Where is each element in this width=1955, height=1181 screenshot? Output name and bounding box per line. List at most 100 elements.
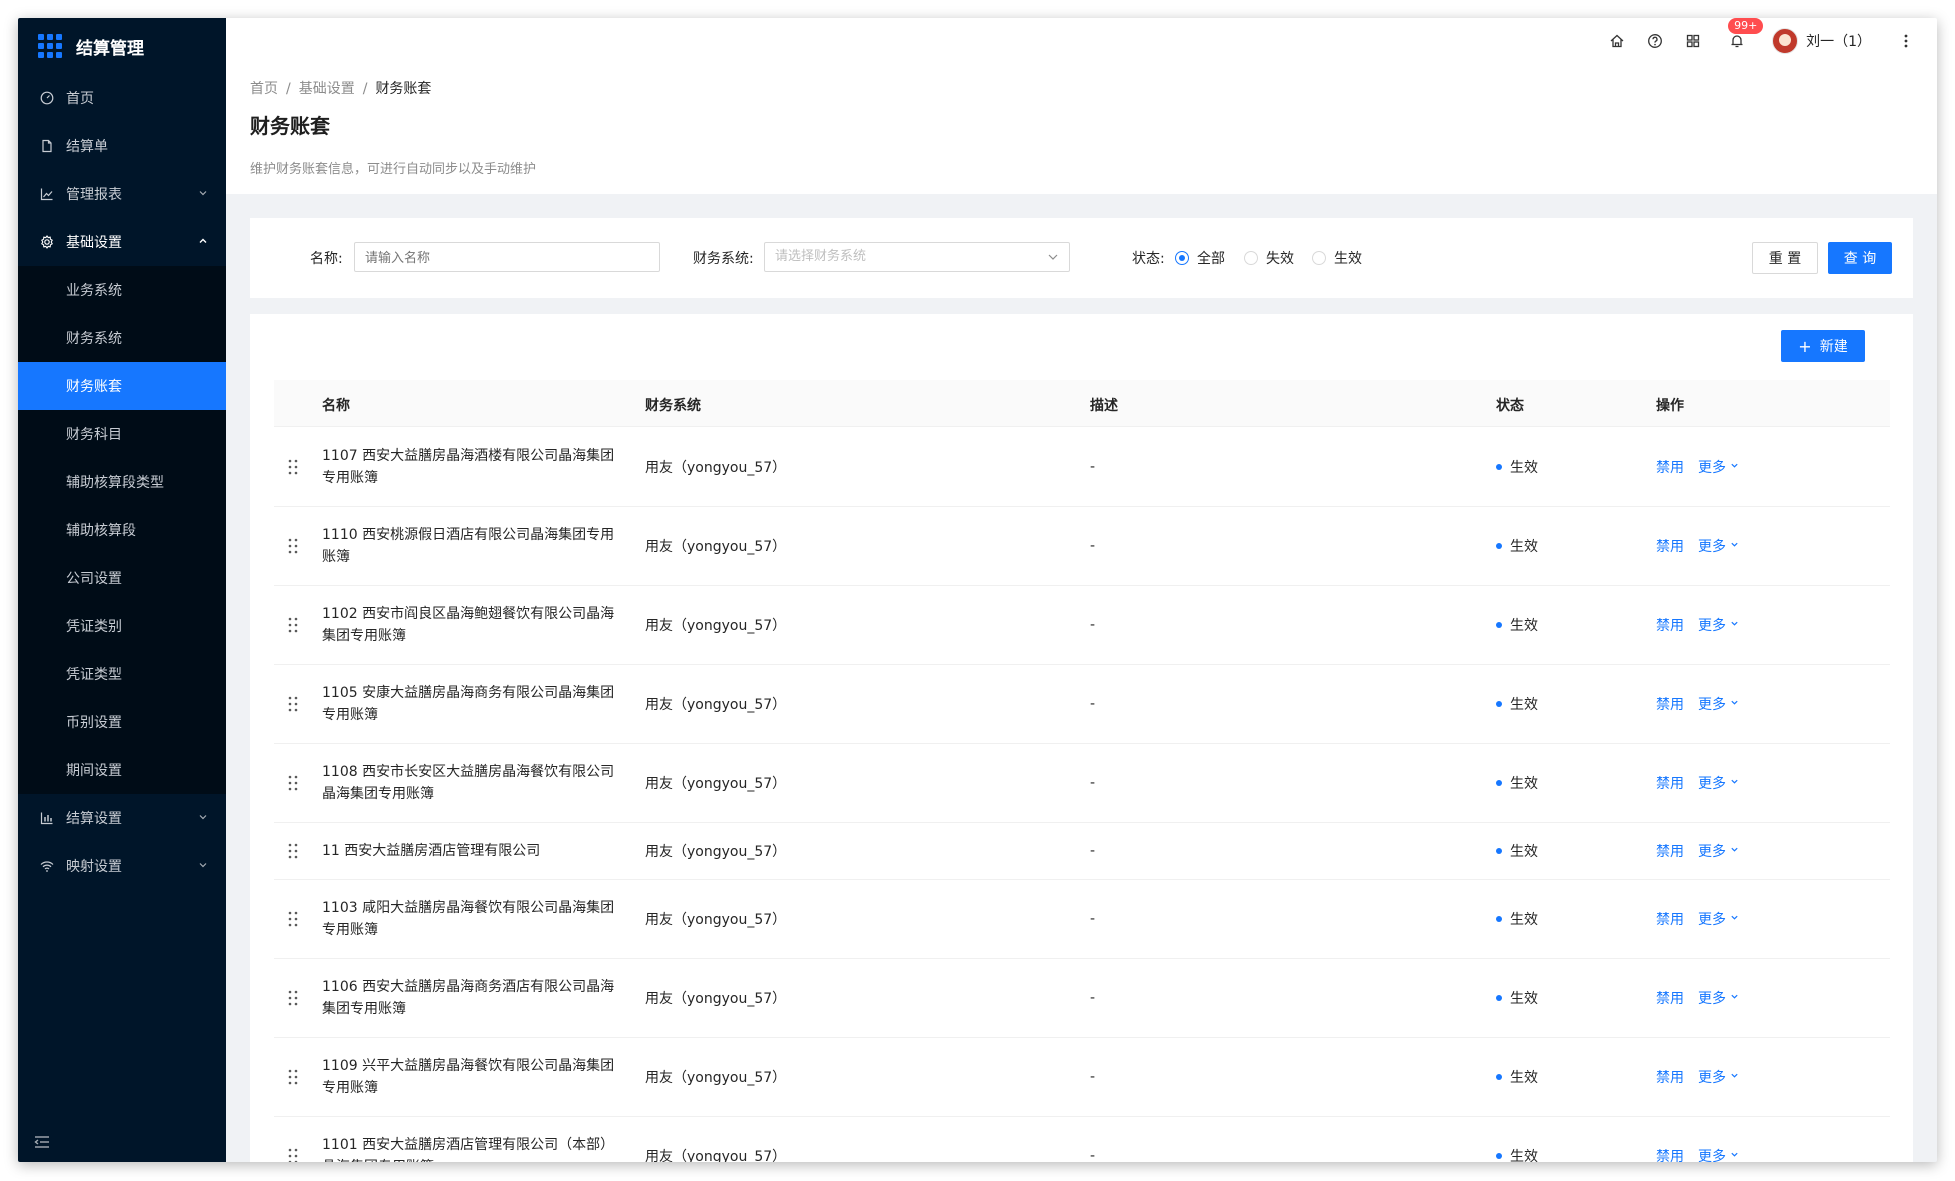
- apps-icon[interactable]: [1684, 32, 1702, 50]
- status-dot-icon: [1496, 621, 1502, 628]
- status-badge: 生效: [1496, 694, 1538, 714]
- user-menu[interactable]: 刘一（1）: [1772, 28, 1871, 54]
- row-system: 用友（yongyou_57）: [645, 538, 787, 555]
- status-dot-icon: [1496, 542, 1502, 549]
- drag-handle-icon[interactable]: [288, 696, 298, 712]
- row-system: 用友（yongyou_57）: [645, 843, 787, 860]
- more-dropdown[interactable]: 更多: [1698, 988, 1739, 1008]
- sidebar-item-2[interactable]: 管理报表: [18, 170, 226, 218]
- drag-handle-icon[interactable]: [288, 911, 298, 927]
- sidebar-item-label: 币别设置: [66, 715, 122, 731]
- reset-button[interactable]: 重 置: [1752, 242, 1818, 274]
- row-name: 1105 安康大益膳房晶海商务有限公司晶海集团专用账簿: [322, 684, 615, 723]
- collapse-menu-icon[interactable]: [34, 1134, 50, 1148]
- status-radio-valid[interactable]: 生效: [1312, 248, 1362, 268]
- disable-link[interactable]: 禁用: [1656, 694, 1684, 714]
- drag-handle-icon[interactable]: [288, 775, 298, 791]
- table-row[interactable]: 1102 西安市阎良区晶海鲍翅餐饮有限公司晶海集团专用账簿 用友（yongyou_…: [274, 585, 1890, 665]
- new-button[interactable]: + 新建: [1781, 330, 1865, 362]
- more-dropdown[interactable]: 更多: [1698, 773, 1739, 793]
- table-row[interactable]: 1101 西安大益膳房酒店管理有限公司（本部）晶海集团专用账簿 用友（yongyo…: [274, 1116, 1890, 1162]
- drag-handle-icon[interactable]: [288, 617, 298, 633]
- row-actions: 禁用 更多: [1656, 536, 1739, 556]
- table-row[interactable]: 1109 兴平大益膳房晶海餐饮有限公司晶海集团专用账簿 用友（yongyou_57…: [274, 1037, 1890, 1117]
- sidebar-item-9[interactable]: 辅助核算段: [18, 506, 226, 554]
- row-actions: 禁用 更多: [1656, 615, 1739, 635]
- status-radio-all[interactable]: 全部: [1175, 248, 1225, 268]
- table-row[interactable]: 1105 安康大益膳房晶海商务有限公司晶海集团专用账簿 用友（yongyou_57…: [274, 664, 1890, 744]
- more-dropdown[interactable]: 更多: [1698, 694, 1739, 714]
- disable-link[interactable]: 禁用: [1656, 536, 1684, 556]
- row-system: 用友（yongyou_57）: [645, 696, 787, 713]
- sidebar-item-13[interactable]: 币别设置: [18, 698, 226, 746]
- disable-link[interactable]: 禁用: [1656, 841, 1684, 861]
- sidebar-item-7[interactable]: 财务科目: [18, 410, 226, 458]
- sidebar-item-4[interactable]: 业务系统: [18, 266, 226, 314]
- table-row[interactable]: 1106 西安大益膳房晶海商务酒店有限公司晶海集团专用账簿 用友（yongyou_…: [274, 958, 1890, 1038]
- sidebar-item-6[interactable]: 财务账套: [18, 362, 226, 410]
- table-row[interactable]: 1110 西安桃源假日酒店有限公司晶海集团专用账簿 用友（yongyou_57） -…: [274, 506, 1890, 586]
- status-radio-invalid[interactable]: 失效: [1244, 248, 1294, 268]
- disable-link[interactable]: 禁用: [1656, 988, 1684, 1008]
- sidebar-item-8[interactable]: 辅助核算段类型: [18, 458, 226, 506]
- more-dropdown[interactable]: 更多: [1698, 1146, 1739, 1162]
- home-icon[interactable]: [1608, 32, 1626, 50]
- chevron-down-icon: [1730, 992, 1739, 1004]
- sidebar-item-0[interactable]: 首页: [18, 74, 226, 122]
- row-system: 用友（yongyou_57）: [645, 775, 787, 792]
- more-label: 更多: [1698, 459, 1726, 476]
- drag-handle-icon[interactable]: [288, 990, 298, 1006]
- query-button[interactable]: 查 询: [1828, 242, 1892, 274]
- disable-link[interactable]: 禁用: [1656, 773, 1684, 793]
- more-label: 更多: [1698, 911, 1726, 928]
- drag-handle-icon[interactable]: [288, 1069, 298, 1085]
- sidebar-item-12[interactable]: 凭证类型: [18, 650, 226, 698]
- status-badge: 生效: [1496, 988, 1538, 1008]
- row-name: 1107 西安大益膳房晶海酒楼有限公司晶海集团专用账簿: [322, 447, 615, 486]
- disable-link[interactable]: 禁用: [1656, 909, 1684, 929]
- more-dropdown[interactable]: 更多: [1698, 457, 1739, 477]
- disable-link[interactable]: 禁用: [1656, 1067, 1684, 1087]
- drag-handle-icon[interactable]: [288, 843, 298, 859]
- table-row[interactable]: 1108 西安市长安区大益膳房晶海餐饮有限公司晶海集团专用账簿 用友（yongyo…: [274, 743, 1890, 823]
- more-dropdown[interactable]: 更多: [1698, 536, 1739, 556]
- table-row[interactable]: 1103 咸阳大益膳房晶海餐饮有限公司晶海集团专用账簿 用友（yongyou_57…: [274, 879, 1890, 959]
- app-title: 结算管理: [76, 38, 144, 59]
- row-description: -: [1090, 1147, 1096, 1163]
- drag-handle-icon[interactable]: [288, 459, 298, 475]
- drag-handle-icon[interactable]: [288, 538, 298, 554]
- disable-link[interactable]: 禁用: [1656, 457, 1684, 477]
- sidebar-item-11[interactable]: 凭证类别: [18, 602, 226, 650]
- sidebar-item-label: 基础设置: [66, 235, 122, 251]
- drag-handle-icon[interactable]: [288, 1148, 298, 1162]
- system-select[interactable]: 请选择财务系统: [764, 242, 1070, 272]
- sidebar-item-label: 公司设置: [66, 571, 122, 587]
- more-dropdown[interactable]: 更多: [1698, 841, 1739, 861]
- disable-link[interactable]: 禁用: [1656, 615, 1684, 635]
- breadcrumb-home[interactable]: 首页: [250, 81, 278, 97]
- sidebar-item-14[interactable]: 期间设置: [18, 746, 226, 794]
- table-row[interactable]: 1107 西安大益膳房晶海酒楼有限公司晶海集团专用账簿 用友（yongyou_57…: [274, 427, 1890, 507]
- sidebar-item-1[interactable]: 结算单: [18, 122, 226, 170]
- row-description: -: [1090, 1068, 1096, 1085]
- name-input[interactable]: [354, 242, 660, 272]
- breadcrumb-parent[interactable]: 基础设置: [299, 81, 355, 97]
- notification-bell-icon[interactable]: 99+: [1728, 18, 1764, 50]
- row-status: 生效: [1510, 538, 1538, 555]
- help-icon[interactable]: [1646, 32, 1664, 50]
- more-vertical-icon[interactable]: [1897, 32, 1915, 50]
- table-row[interactable]: 11 西安大益膳房酒店管理有限公司 用友（yongyou_57） - 生效 禁用 更多: [274, 822, 1890, 880]
- row-description: -: [1090, 774, 1096, 791]
- sidebar-item-15[interactable]: 结算设置: [18, 794, 226, 842]
- disable-link[interactable]: 禁用: [1656, 1146, 1684, 1163]
- sidebar-item-3[interactable]: 基础设置: [18, 218, 226, 266]
- sidebar-item-10[interactable]: 公司设置: [18, 554, 226, 602]
- sidebar-item-16[interactable]: 映射设置: [18, 842, 226, 890]
- status-dot-icon: [1496, 994, 1502, 1001]
- brand[interactable]: 结算管理: [18, 18, 226, 74]
- more-dropdown[interactable]: 更多: [1698, 909, 1739, 929]
- more-dropdown[interactable]: 更多: [1698, 615, 1739, 635]
- more-dropdown[interactable]: 更多: [1698, 1067, 1739, 1087]
- sidebar-item-5[interactable]: 财务系统: [18, 314, 226, 362]
- row-actions: 禁用 更多: [1656, 773, 1739, 793]
